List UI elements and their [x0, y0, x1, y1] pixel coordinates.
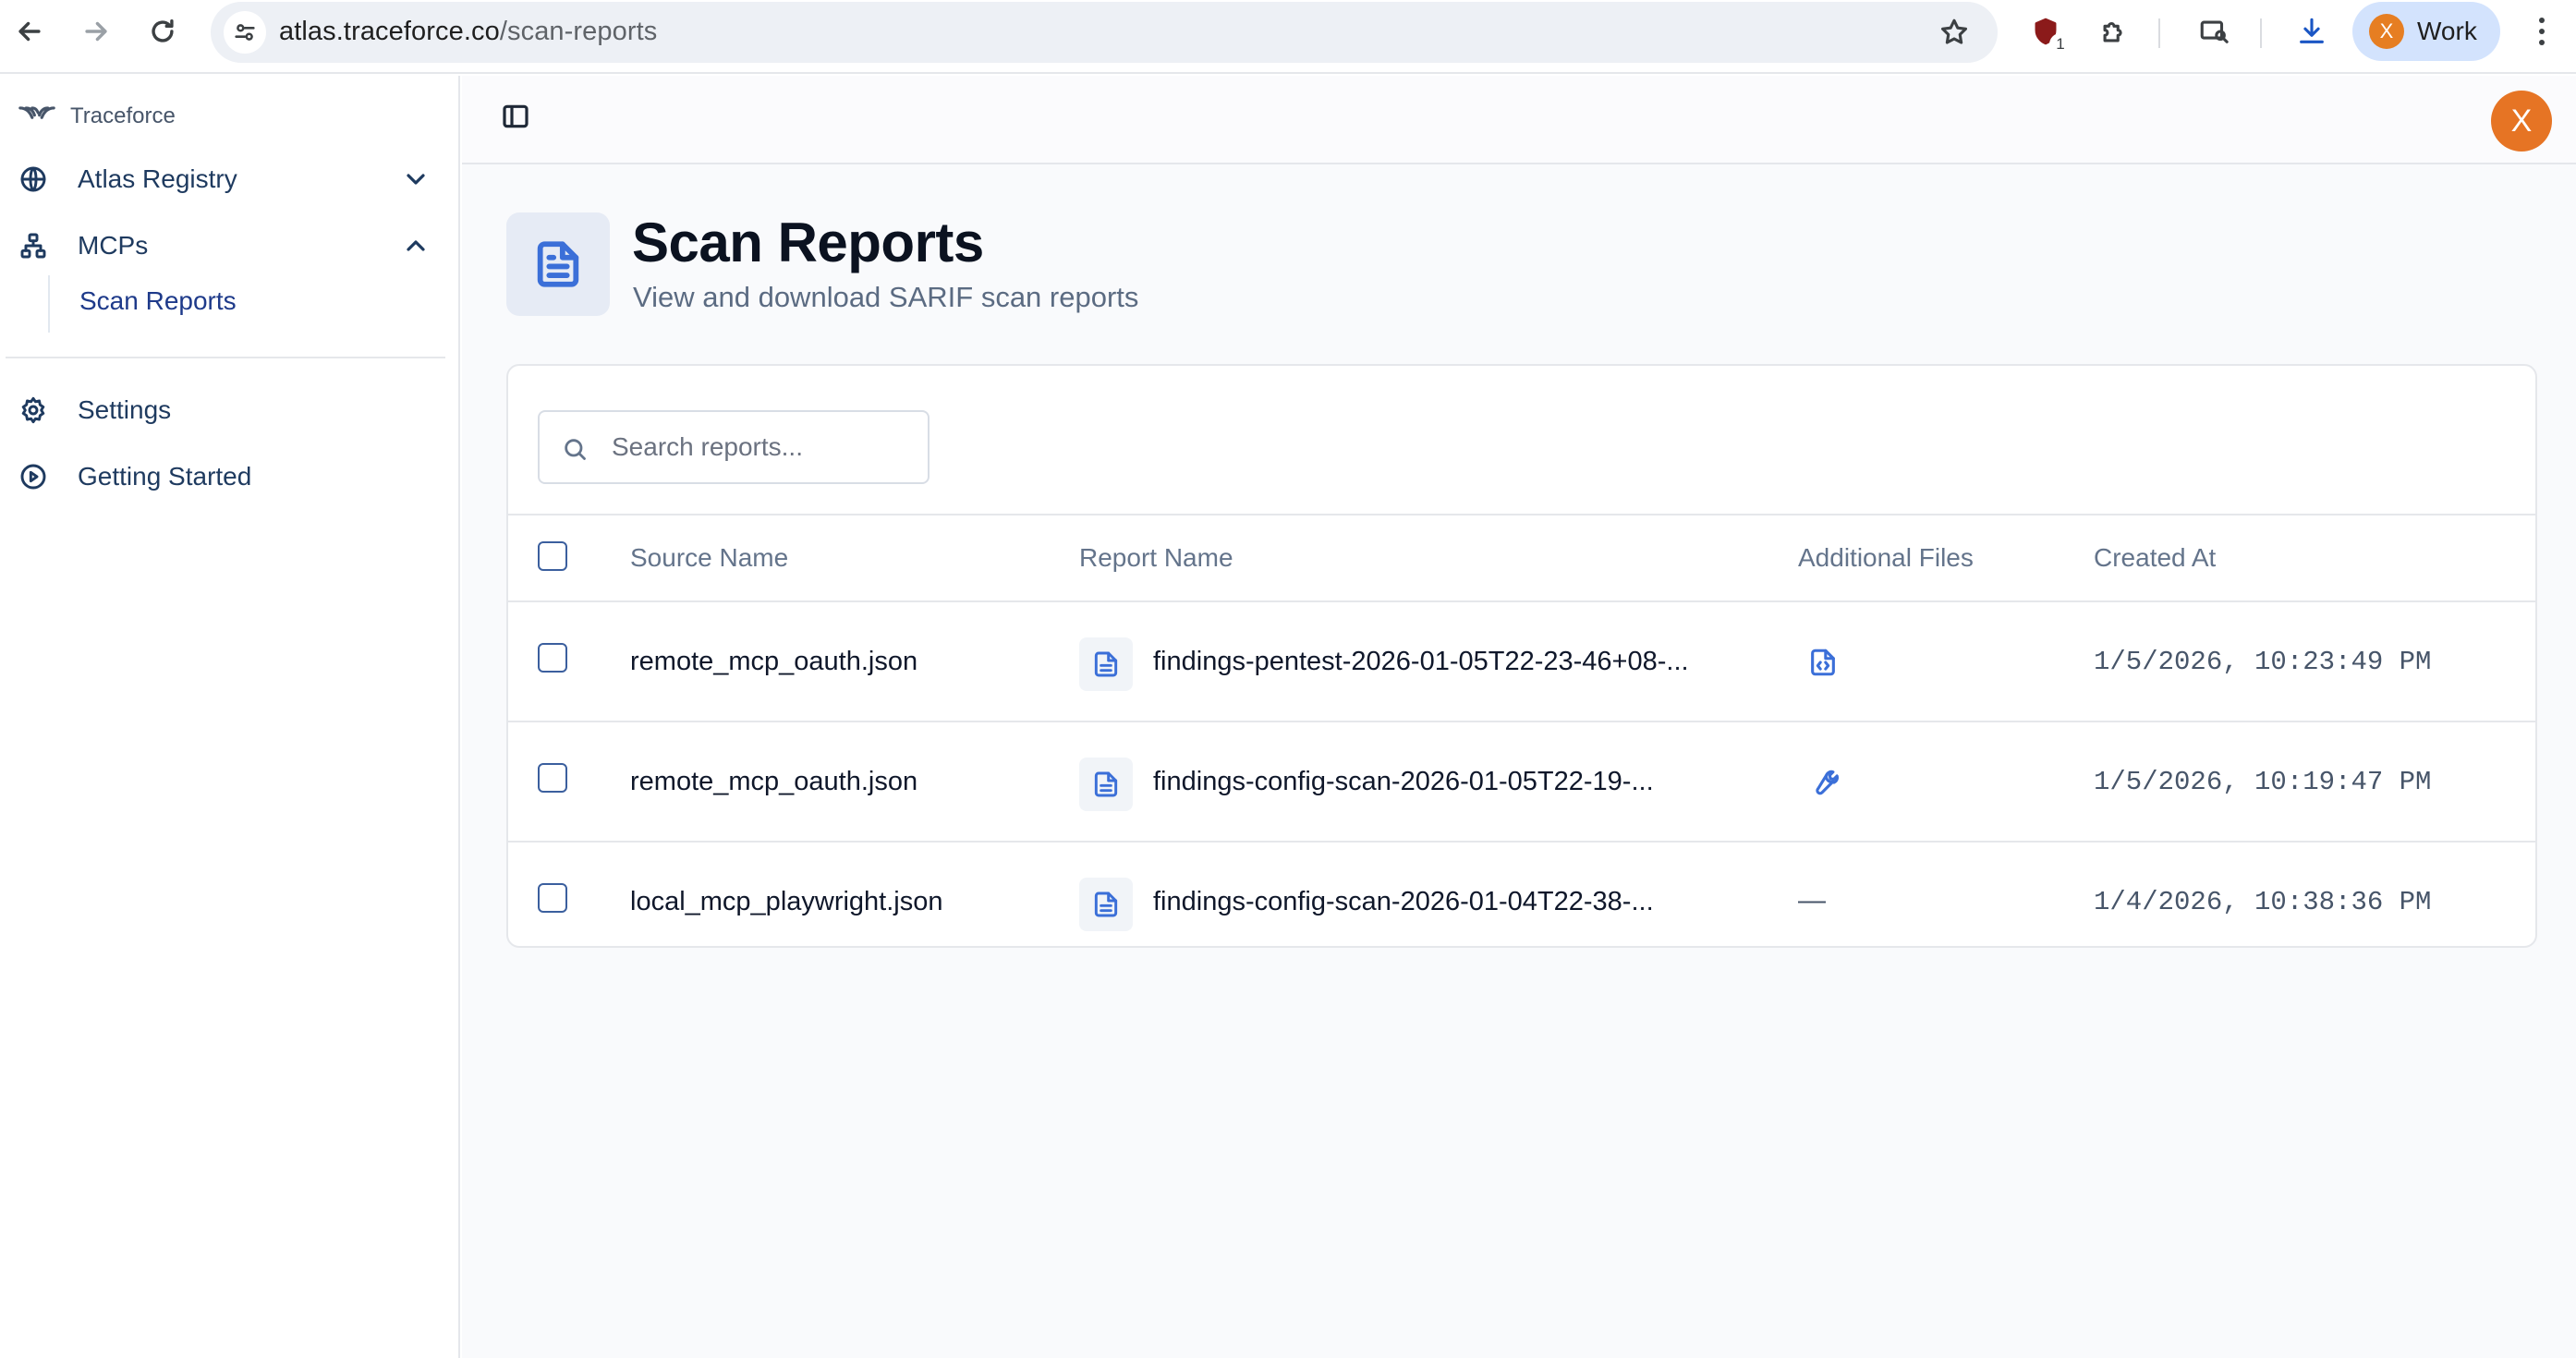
play-circle-icon	[17, 460, 50, 493]
browser-menu-button[interactable]	[2528, 13, 2556, 50]
wrench-icon	[1816, 770, 1840, 795]
report-file-icon	[1079, 637, 1133, 691]
kebab-dot	[2539, 29, 2545, 34]
file-code-icon	[1811, 649, 1835, 676]
profile-label: Work	[2417, 17, 2477, 45]
report-name-link[interactable]: findings-pentest-2026-01-05T22-23-46+08-…	[1153, 647, 1689, 677]
additional-file-button[interactable]	[1807, 767, 1841, 800]
page-subtitle: View and download SARIF scan reports	[633, 281, 1139, 313]
puzzle-icon	[2103, 22, 2122, 42]
back-button[interactable]	[11, 13, 48, 50]
chevron-up-icon	[401, 231, 431, 261]
table-header: Source Name Report Name Additional Files…	[508, 514, 2535, 602]
sidebar-subitem-scan-reports[interactable]: Scan Reports	[79, 286, 237, 316]
arrow-right-icon	[85, 21, 107, 42]
browser-toolbar: atlas.traceforce.co/scan-reports 1 X Wor…	[0, 0, 2576, 74]
sidebar-item-label: Settings	[78, 395, 172, 424]
search-box	[538, 410, 930, 484]
created-at-cell: 1/5/2026, 10:23:49 PM	[2094, 647, 2432, 677]
forward-button[interactable]	[78, 13, 115, 50]
downloads-button[interactable]	[2293, 13, 2330, 50]
tab-search-icon	[2200, 20, 2229, 43]
kebab-dot	[2539, 18, 2545, 23]
brand-logo[interactable]: Traceforce	[18, 103, 176, 129]
top-bar: X	[462, 76, 2576, 164]
reload-icon	[152, 18, 174, 42]
toolbar-divider	[2260, 18, 2262, 48]
created-at-cell: 1/4/2026, 10:38:36 PM	[2094, 887, 2432, 917]
sidebar-item-label: MCPs	[78, 231, 149, 260]
reload-button[interactable]	[144, 13, 181, 50]
no-additional-files: —	[1798, 885, 1826, 915]
row-checkbox[interactable]	[538, 643, 567, 673]
site-info-button[interactable]	[224, 11, 266, 54]
column-header-created-at[interactable]: Created At	[2094, 543, 2216, 573]
column-header-source-name[interactable]: Source Name	[630, 543, 788, 573]
sidebar-item-mcps[interactable]: MCPs	[0, 220, 444, 272]
extensions-button[interactable]	[2096, 13, 2132, 50]
sidebar-divider	[6, 357, 445, 358]
sidebar-item-label: Getting Started	[78, 462, 252, 491]
search-icon	[565, 439, 586, 460]
created-at-cell: 1/5/2026, 10:19:47 PM	[2094, 767, 2432, 797]
search-input[interactable]	[612, 427, 917, 467]
column-header-additional-files[interactable]: Additional Files	[1798, 543, 1974, 573]
globe-icon	[17, 163, 50, 196]
bookmark-button[interactable]	[1938, 17, 1970, 48]
arrow-left-icon	[18, 21, 41, 42]
row-checkbox[interactable]	[538, 883, 567, 913]
extension-shield-button[interactable]: 1	[2027, 13, 2072, 55]
url-host: atlas.traceforce.co	[279, 17, 500, 46]
address-bar[interactable]: atlas.traceforce.co/scan-reports	[211, 2, 1998, 63]
submenu-guide-line	[48, 275, 50, 333]
report-file-icon	[1079, 758, 1133, 811]
column-header-report-name[interactable]: Report Name	[1079, 543, 1233, 573]
profile-button[interactable]: X Work	[2352, 2, 2500, 61]
tune-icon	[235, 24, 255, 41]
report-name-link[interactable]: findings-config-scan-2026-01-04T22-38-..…	[1153, 887, 1654, 917]
url-text: atlas.traceforce.co/scan-reports	[279, 17, 657, 47]
toolbar-divider	[2158, 18, 2160, 48]
report-file-icon	[1079, 878, 1133, 931]
panel-left-icon	[503, 104, 529, 128]
main-content: X Scan Reports View and download SARIF s…	[462, 76, 2576, 1358]
sidebar-item-getting-started[interactable]: Getting Started	[0, 451, 444, 503]
traceforce-logo-icon	[18, 106, 55, 119]
sidebar-item-label: Atlas Registry	[78, 164, 237, 193]
sidebar-item-settings[interactable]: Settings	[0, 384, 444, 436]
sidebar-item-atlas-registry[interactable]: Atlas Registry	[0, 153, 444, 205]
profile-avatar: X	[2369, 14, 2404, 49]
network-icon	[17, 229, 50, 262]
url-path: /scan-reports	[499, 17, 658, 46]
table-row[interactable]: remote_mcp_oauth.json findings-pentest-2…	[508, 602, 2535, 722]
table-row[interactable]: local_mcp_playwright.json findings-confi…	[508, 843, 2535, 946]
file-text-icon	[1094, 651, 1118, 677]
row-checkbox[interactable]	[538, 763, 567, 793]
page-title: Scan Reports	[632, 212, 984, 273]
reports-card: Source Name Report Name Additional Files…	[506, 364, 2537, 948]
file-text-icon	[1094, 891, 1118, 917]
file-text-icon	[1094, 771, 1118, 797]
source-name-cell: remote_mcp_oauth.json	[630, 647, 918, 676]
user-avatar[interactable]: X	[2491, 91, 2552, 152]
additional-file-button[interactable]	[1807, 647, 1841, 680]
source-name-cell: local_mcp_playwright.json	[630, 887, 943, 916]
file-text-icon	[537, 241, 579, 287]
sidebar: Traceforce Atlas Registry MCPs Scan Repo…	[0, 76, 460, 1358]
report-name-link[interactable]: findings-config-scan-2026-01-05T22-19-..…	[1153, 767, 1654, 797]
kebab-dot	[2539, 40, 2545, 45]
page-header-icon	[506, 212, 610, 316]
chevron-down-icon	[401, 164, 431, 194]
sidebar-toggle-button[interactable]	[501, 102, 534, 135]
table-row[interactable]: remote_mcp_oauth.json findings-config-sc…	[508, 722, 2535, 843]
tab-search-button[interactable]	[2195, 13, 2232, 50]
source-name-cell: remote_mcp_oauth.json	[630, 767, 918, 796]
brand-name: Traceforce	[70, 103, 176, 128]
gear-icon	[17, 394, 50, 427]
extension-badge: 1	[2049, 33, 2072, 55]
star-icon	[1940, 18, 1968, 44]
download-icon	[2300, 18, 2324, 43]
select-all-checkbox[interactable]	[538, 541, 567, 571]
